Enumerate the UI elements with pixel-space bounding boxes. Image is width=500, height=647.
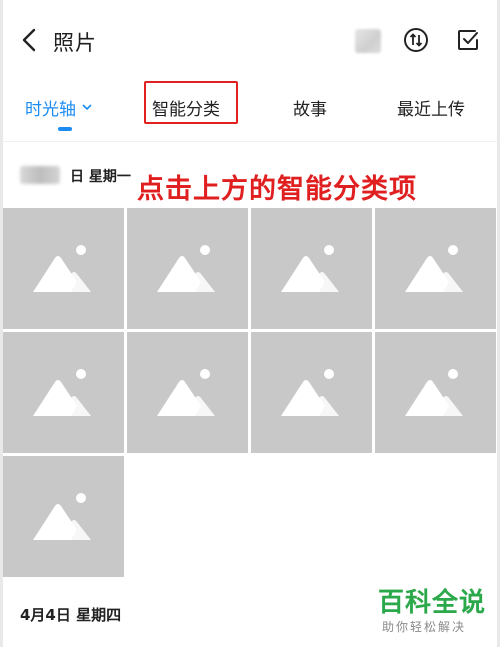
top-bar: 照片 <box>3 0 497 80</box>
select-check-icon[interactable] <box>455 27 481 53</box>
watermark-logo: 百科全说 助你轻松解决 <box>378 588 488 635</box>
photo-thumbnail[interactable] <box>127 208 248 329</box>
image-placeholder-icon <box>33 245 91 292</box>
image-placeholder-icon <box>281 369 339 416</box>
group-date-header: 4月4日 星期四 <box>20 606 122 624</box>
annotation-text: 点击上方的智能分类项 <box>137 174 417 205</box>
photo-thumbnail[interactable] <box>375 208 496 329</box>
photo-thumbnail[interactable] <box>251 332 372 453</box>
back-icon[interactable] <box>19 26 43 54</box>
photo-thumbnail[interactable] <box>251 208 372 329</box>
image-placeholder-icon <box>33 369 91 416</box>
photo-thumbnail[interactable] <box>3 332 124 453</box>
image-placeholder-icon <box>405 369 463 416</box>
tab-smart-categories[interactable]: 智能分类 <box>152 95 220 120</box>
avatar[interactable] <box>355 29 381 53</box>
tab-recent-uploads[interactable]: 最近上传 <box>397 95 465 120</box>
tab-timeline[interactable]: 时光轴 <box>25 95 92 120</box>
photo-thumbnail[interactable] <box>127 332 248 453</box>
photo-thumbnail[interactable] <box>3 208 124 329</box>
tab-label: 时光轴 <box>25 100 76 120</box>
sort-icon[interactable] <box>403 27 429 53</box>
watermark-title: 百科全说 <box>378 588 487 618</box>
divider <box>3 141 497 142</box>
tab-bar: 时光轴 智能分类 故事 最近上传 <box>3 80 497 140</box>
blurred-date <box>20 166 60 184</box>
photo-thumbnail[interactable] <box>375 332 496 453</box>
tab-stories[interactable]: 故事 <box>293 95 327 120</box>
active-tab-indicator <box>58 127 72 131</box>
image-placeholder-icon <box>405 245 463 292</box>
page-title: 照片 <box>53 31 97 55</box>
image-placeholder-icon <box>157 369 215 416</box>
group-date-header: 日 星期一 <box>20 166 131 188</box>
image-placeholder-icon <box>157 245 215 292</box>
image-placeholder-icon <box>281 245 339 292</box>
image-placeholder-icon <box>33 493 91 540</box>
chevron-down-icon <box>82 97 92 111</box>
watermark-subtitle: 助你轻松解决 <box>382 620 467 634</box>
photo-thumbnail[interactable] <box>3 456 124 577</box>
